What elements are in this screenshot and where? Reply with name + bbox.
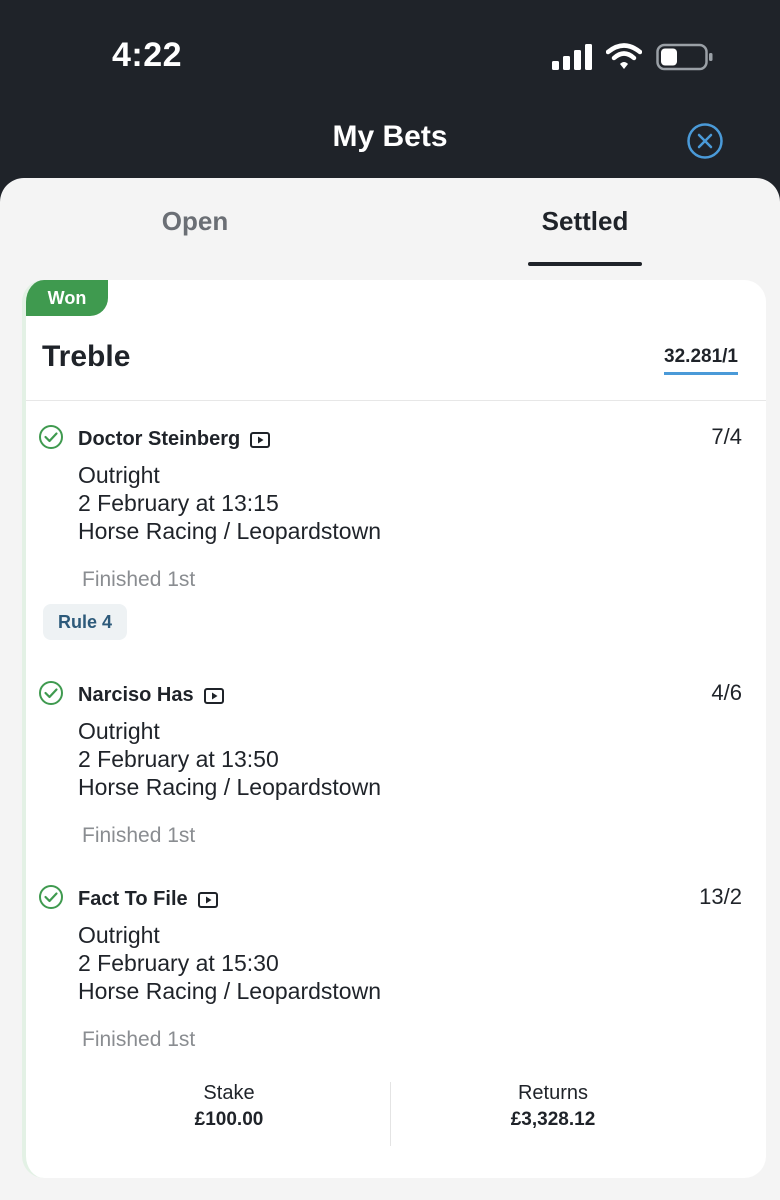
returns-value: £3,328.12	[510, 1109, 596, 1130]
check-circle-icon	[39, 885, 63, 909]
play-video-icon[interactable]	[203, 687, 224, 704]
check-circle-icon	[39, 681, 63, 705]
selection-name-text: Fact To File	[78, 888, 188, 910]
selection-name-text: Doctor Steinberg	[78, 428, 241, 450]
close-icon[interactable]	[686, 122, 724, 160]
selection-event: Horse Racing / Leopardstown	[78, 774, 381, 800]
battery-icon	[656, 43, 713, 71]
bet-card[interactable]: Won Treble 32.281/1 Doctor Steinberg 7/4…	[22, 280, 766, 1178]
tab-bar: Open Settled	[0, 178, 780, 268]
selection-result: Finished 1st	[82, 568, 196, 591]
divider	[26, 400, 766, 401]
selection-event: Horse Racing / Leopardstown	[78, 978, 381, 1004]
bet-type: Treble	[42, 340, 131, 373]
selection-result: Finished 1st	[82, 824, 196, 847]
status-bar: 4:22	[0, 0, 780, 110]
selection-datetime: 2 February at 15:30	[78, 950, 279, 976]
selection-odds: 7/4	[711, 424, 742, 449]
returns-label: Returns	[517, 1082, 589, 1104]
selection-market: Outright	[78, 718, 160, 744]
selection-odds: 13/2	[699, 884, 742, 909]
selection-event: Horse Racing / Leopardstown	[78, 518, 381, 544]
page-title: My Bets	[332, 120, 448, 153]
bet-summary: Stake £100.00 Returns £3,328.12	[26, 1082, 766, 1146]
selection-datetime: 2 February at 13:50	[78, 746, 279, 772]
play-video-icon[interactable]	[197, 891, 218, 908]
status-time: 4:22	[112, 36, 183, 74]
active-tab-indicator	[528, 262, 642, 266]
selection-name[interactable]: Narciso Has	[78, 684, 224, 707]
stake-block: Stake £100.00	[64, 1082, 394, 1131]
rule-badge[interactable]: Rule 4	[43, 604, 127, 640]
stake-label: Stake	[203, 1082, 255, 1104]
bets-sheet: Open Settled Won Treble 32.281/1 Doctor …	[0, 178, 780, 1200]
selection-result: Finished 1st	[82, 1028, 196, 1051]
header: My Bets	[0, 110, 780, 180]
status-badge: Won	[26, 280, 108, 316]
stake-value: £100.00	[194, 1109, 264, 1130]
play-video-icon[interactable]	[250, 431, 271, 448]
tab-open[interactable]: Open	[0, 206, 390, 237]
tab-settled[interactable]: Settled	[390, 206, 780, 237]
selection-name[interactable]: Fact To File	[78, 888, 218, 911]
selection-name[interactable]: Doctor Steinberg	[78, 428, 271, 451]
selection-name-text: Narciso Has	[78, 684, 194, 706]
status-icons	[552, 40, 714, 74]
wifi-icon	[606, 43, 642, 69]
selection-odds: 4/6	[711, 680, 742, 705]
selection-market: Outright	[78, 462, 160, 488]
total-odds[interactable]: 32.281/1	[664, 346, 738, 375]
check-circle-icon	[39, 425, 63, 449]
selection-market: Outright	[78, 922, 160, 948]
returns-block: Returns £3,328.12	[388, 1082, 718, 1131]
selection-datetime: 2 February at 13:15	[78, 490, 279, 516]
signal-icon	[552, 44, 592, 70]
